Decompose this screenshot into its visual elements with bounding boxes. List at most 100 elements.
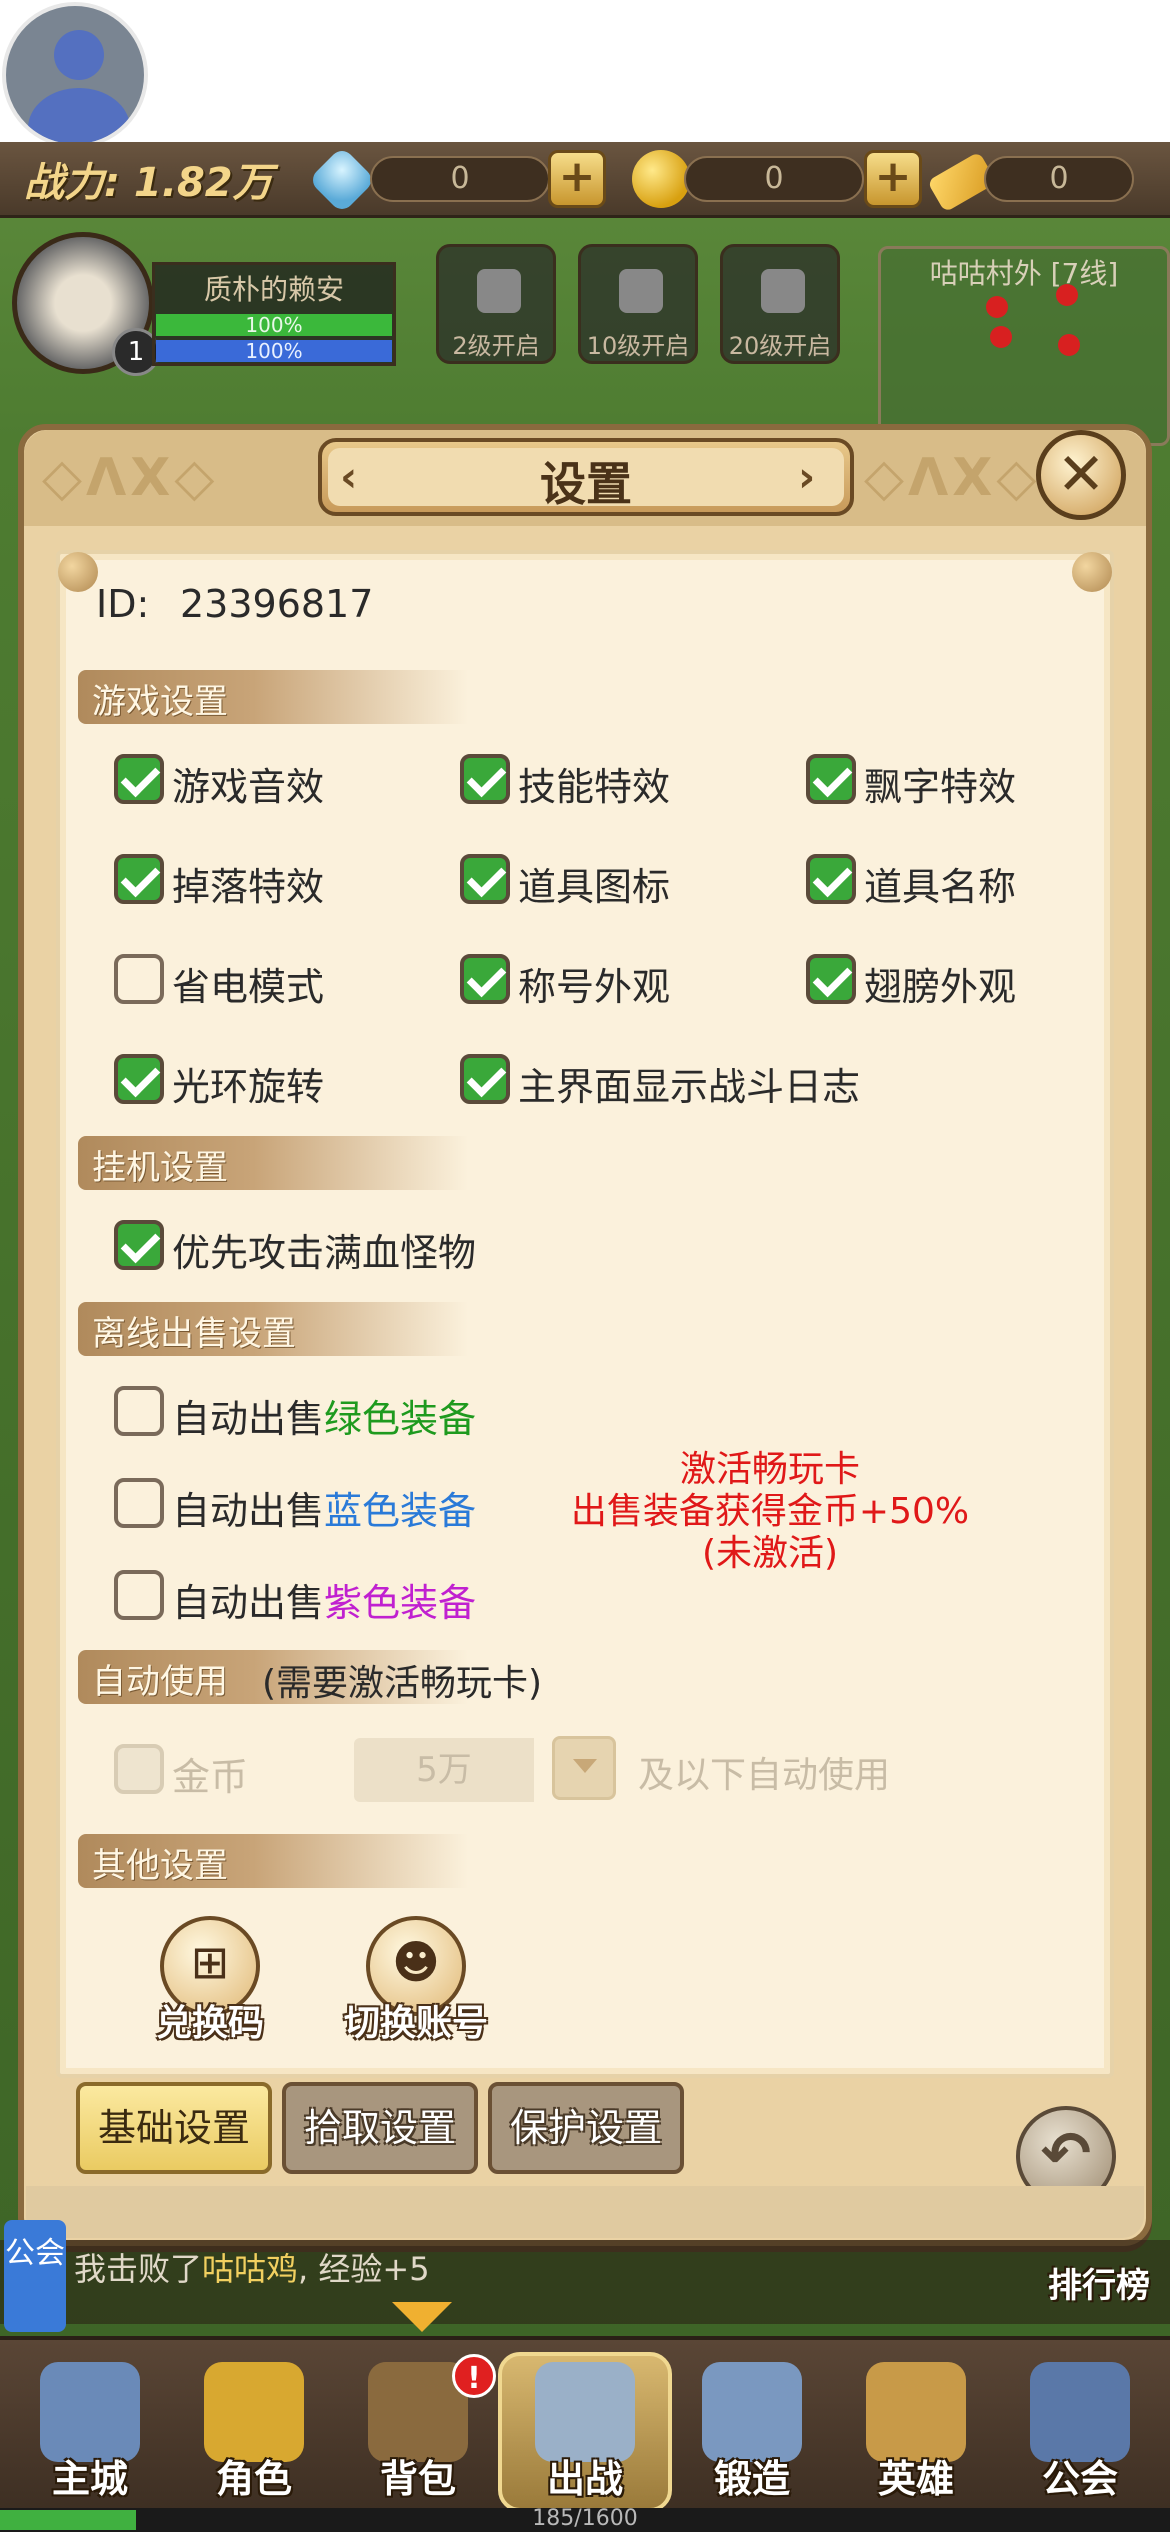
top-strip <box>0 0 1170 142</box>
chat-message: 我击败了咕咕鸡, 经验+5 <box>74 2250 430 2288</box>
checkbox-float-text[interactable] <box>806 754 856 804</box>
option-label: 主界面显示战斗日志 <box>518 1065 861 1109</box>
checkbox-sell-purple[interactable] <box>114 1570 164 1620</box>
checkbox-title-appearance[interactable] <box>460 954 510 1004</box>
nav-label: 角色 <box>215 2457 292 2501</box>
auto-use-suffix: 及以下自动使用 <box>638 1755 891 1796</box>
exp-text: 185/1600 <box>532 2506 638 2531</box>
tab-basic-settings[interactable]: 基础设置 <box>76 2082 272 2174</box>
hero-emblem-icon <box>866 2362 966 2462</box>
close-button[interactable]: ✕ <box>1036 430 1126 520</box>
option-label: 技能特效 <box>518 765 671 809</box>
shield-icon <box>1030 2362 1130 2462</box>
auto-use-amount-field[interactable]: 5万 <box>354 1738 534 1802</box>
dialog-footer-band <box>26 2186 1144 2238</box>
checkbox-power-saving[interactable] <box>114 954 164 1004</box>
option-label: 游戏音效 <box>172 765 325 809</box>
hero-name: 质朴的赖安 <box>203 273 344 306</box>
option-label: 飘字特效 <box>864 765 1017 809</box>
chevron-down-icon[interactable] <box>392 2302 452 2332</box>
section-title-offline: 离线出售设置 <box>92 1314 296 1354</box>
minimap-enemy-dot <box>990 326 1012 348</box>
nav-label: 英雄 <box>877 2457 954 2501</box>
gold-coin-icon <box>632 150 690 208</box>
tab-protection-settings[interactable]: 保护设置 <box>488 2082 684 2174</box>
crossed-swords-icon <box>535 2362 635 2462</box>
guild-chat-tag[interactable]: 公会 <box>4 2220 66 2332</box>
tab-pickup-settings[interactable]: 拾取设置 <box>282 2082 478 2174</box>
player-id: 23396817 <box>180 582 374 626</box>
notification-badge: ! <box>452 2354 496 2398</box>
option-label: 自动出售蓝色装备 <box>172 1489 477 1533</box>
option-label: 翅膀外观 <box>864 965 1017 1009</box>
checkbox-auto-use-gold[interactable] <box>114 1744 164 1794</box>
id-label: ID: <box>96 582 150 626</box>
checkbox-item-icons[interactable] <box>460 854 510 904</box>
locked-slot-1-label: 2级开启 <box>452 332 540 360</box>
promo-line-3[interactable]: (未激活) <box>540 1524 1000 1576</box>
add-gold-button[interactable]: + <box>864 150 922 208</box>
minimap-enemy-dot <box>1058 334 1080 356</box>
nav-label: 出战 <box>546 2457 623 2501</box>
ticket-count: 0 <box>984 156 1134 202</box>
header-ornament-left: ◇ΛX◇ <box>42 448 219 508</box>
auto-use-requirement: (需要激活畅玩卡) <box>262 1663 543 1704</box>
header-ornament-right: ◇ΛX◇ <box>864 448 1041 508</box>
lock-icon <box>477 269 521 313</box>
lock-icon <box>761 269 805 313</box>
option-label: 称号外观 <box>518 965 671 1009</box>
minimap-title: 咕咕村外 [7线] <box>929 257 1119 290</box>
user-avatar[interactable] <box>2 2 148 148</box>
avatar-body-shape <box>28 88 130 144</box>
minimap-enemy-dot <box>986 296 1008 318</box>
checkbox-attack-full-hp[interactable] <box>114 1220 164 1270</box>
gem-count: 0 <box>370 156 550 202</box>
section-title-idle: 挂机设置 <box>92 1148 228 1188</box>
corner-pin-icon <box>1072 552 1112 592</box>
lock-icon <box>619 269 663 313</box>
castle-icon <box>40 2362 140 2462</box>
section-title-auto-use: 自动使用 <box>92 1662 228 1702</box>
crown-icon <box>204 2362 304 2462</box>
option-label: 优先攻击满血怪物 <box>172 1231 477 1275</box>
leaderboard-button[interactable]: 排行榜 <box>1048 2258 1150 2307</box>
checkbox-battle-log[interactable] <box>460 1054 510 1104</box>
checkbox-halo-rotation[interactable] <box>114 1054 164 1104</box>
nav-label: 背包 <box>379 2457 456 2501</box>
checkbox-drop-effects[interactable] <box>114 854 164 904</box>
option-label: 光环旋转 <box>172 1065 325 1109</box>
section-title-game: 游戏设置 <box>92 682 228 722</box>
option-label: 掉落特效 <box>172 865 325 909</box>
nav-label: 锻造 <box>713 2457 790 2501</box>
nav-label: 主城 <box>51 2457 128 2501</box>
option-label: 道具图标 <box>518 865 671 909</box>
combat-power: 战力: 1.82万 <box>24 160 273 206</box>
hp-bar: 100% <box>156 314 392 336</box>
locked-slot-3-label: 20级开启 <box>728 332 832 360</box>
locked-slot-2-label: 10级开启 <box>586 332 690 360</box>
option-label: 金币 <box>172 1755 249 1799</box>
switch-account-label: 切换账号 <box>343 2003 488 2044</box>
checkbox-skill-effects[interactable] <box>460 754 510 804</box>
mp-bar: 100% <box>156 340 392 362</box>
checkbox-wing-appearance[interactable] <box>806 954 856 1004</box>
option-label: 道具名称 <box>864 865 1017 909</box>
add-gems-button[interactable]: + <box>548 150 606 208</box>
checkbox-sell-blue[interactable] <box>114 1478 164 1528</box>
redeem-code-label: 兑换码 <box>155 2003 264 2044</box>
section-title-other: 其他设置 <box>92 1846 228 1886</box>
corner-pin-icon <box>58 552 98 592</box>
option-label: 省电模式 <box>172 965 325 1009</box>
checkbox-game-sound[interactable] <box>114 754 164 804</box>
hammer-icon <box>702 2362 802 2462</box>
dialog-title: 设置 <box>540 457 632 511</box>
checkbox-item-names[interactable] <box>806 854 856 904</box>
checkbox-sell-green[interactable] <box>114 1386 164 1436</box>
gold-count: 0 <box>684 156 864 202</box>
avatar-head-shape <box>54 30 104 80</box>
option-label: 自动出售绿色装备 <box>172 1397 477 1441</box>
option-label: 自动出售紫色装备 <box>172 1581 477 1625</box>
minimap-enemy-dot <box>1056 284 1078 306</box>
chevron-down-icon[interactable] <box>552 1736 616 1800</box>
nav-label: 公会 <box>1041 2457 1118 2501</box>
